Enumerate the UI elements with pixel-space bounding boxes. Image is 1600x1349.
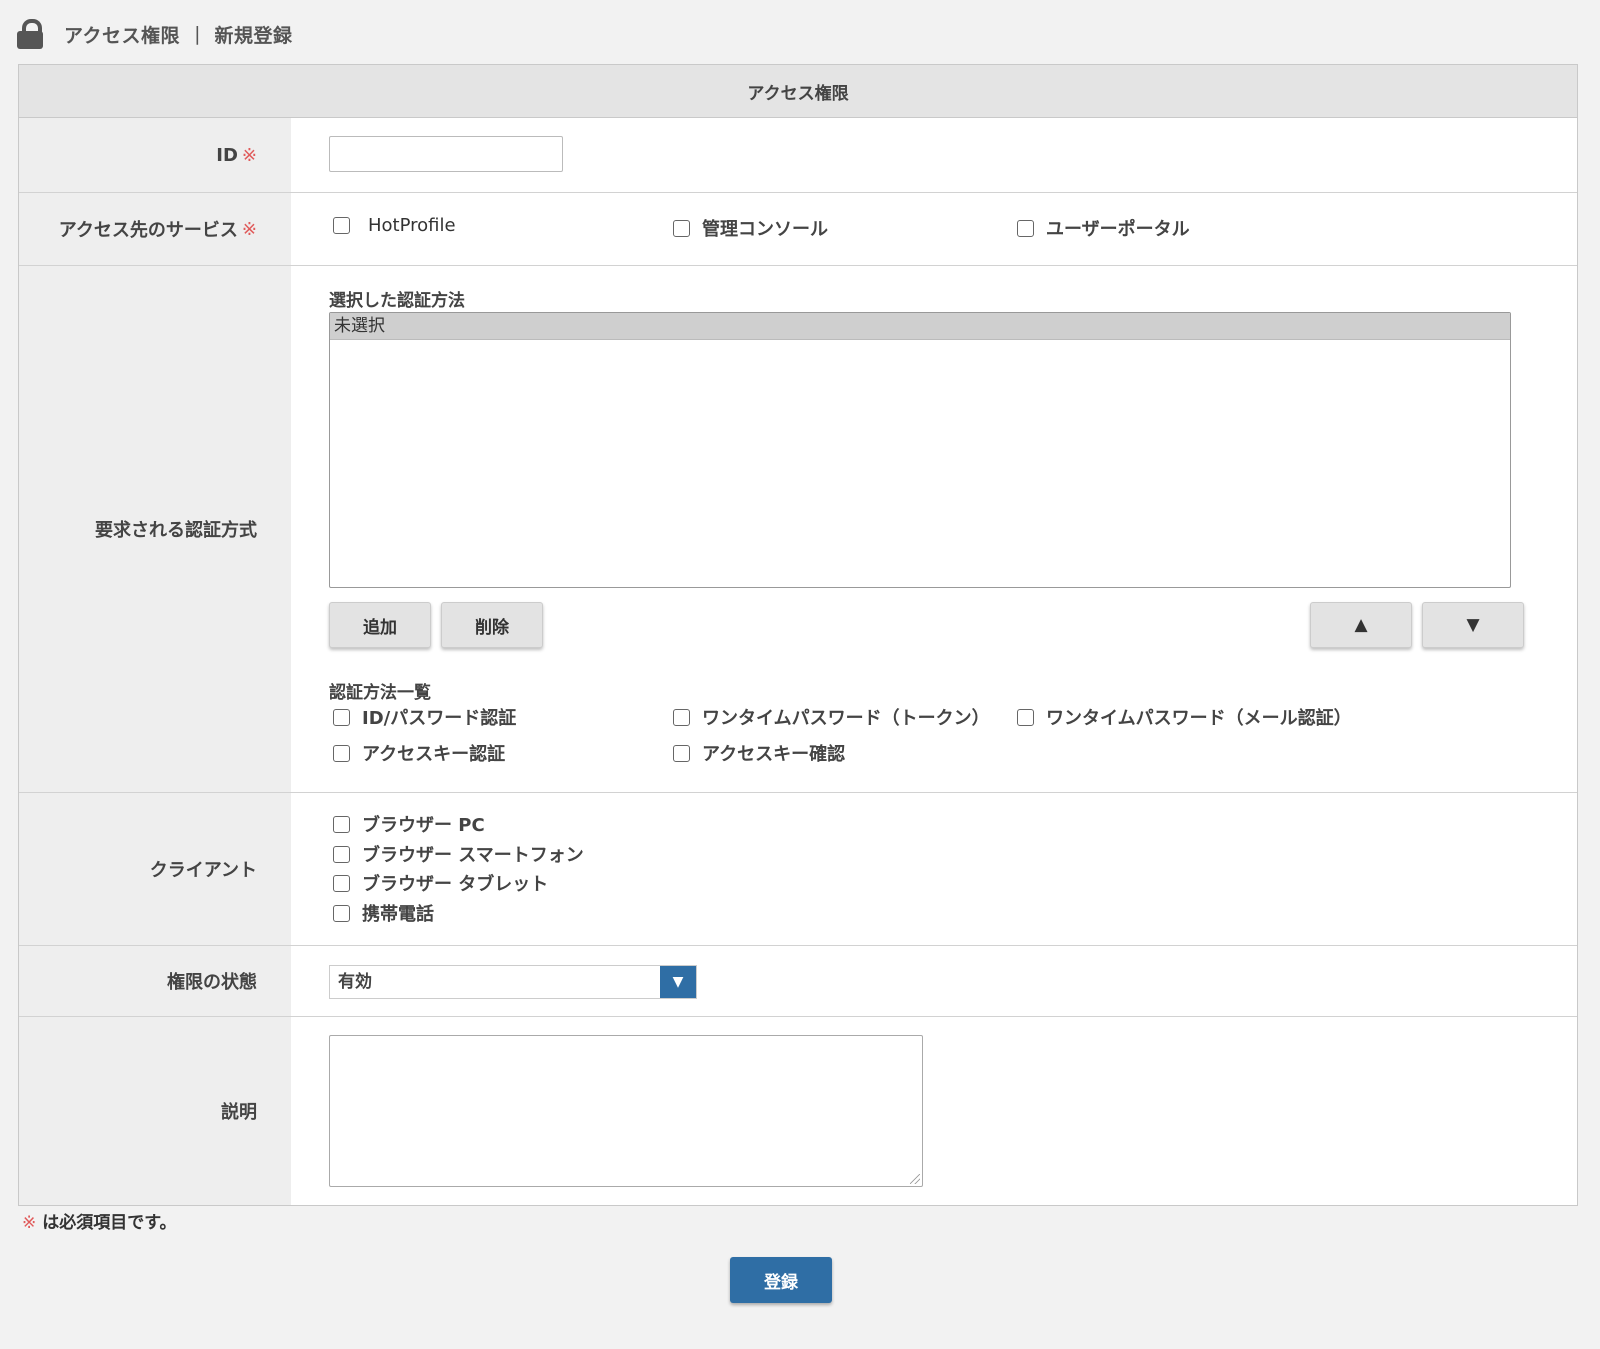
status-select[interactable]: 有効 ▼: [329, 965, 697, 999]
chevron-down-icon[interactable]: ▼: [660, 966, 696, 998]
client-label: クライアント: [19, 793, 291, 945]
checkbox[interactable]: [673, 219, 690, 237]
service-option-admin-console[interactable]: 管理コンソール: [673, 215, 828, 241]
services-label: アクセス先のサービス ※: [19, 193, 291, 265]
access-form-table: アクセス権限 ID ※ アクセス先のサービス ※ HotProfile 管理コンソー…: [18, 64, 1578, 1206]
id-label: ID ※: [19, 118, 291, 192]
checkbox[interactable]: [673, 744, 690, 762]
description-row: 説明: [19, 1017, 1577, 1205]
auth-option-otp-mail[interactable]: ワンタイムパスワード（メール認証）: [1017, 704, 1352, 730]
move-up-button[interactable]: ▲: [1310, 602, 1412, 648]
service-option-user-portal[interactable]: ユーザーポータル: [1017, 215, 1190, 241]
auth-option-access-key[interactable]: アクセスキー認証: [333, 740, 505, 766]
register-button[interactable]: 登録: [730, 1257, 832, 1303]
client-row: クライアント ブラウザー PC ブラウザー スマートフォン ブラウザー タブレッ…: [19, 793, 1577, 946]
required-mark: ※: [241, 218, 257, 240]
list-item[interactable]: 未選択: [330, 313, 1510, 340]
auth-label: 要求される認証方式: [19, 266, 291, 792]
status-select-value: 有効: [338, 972, 372, 992]
checkbox[interactable]: [673, 708, 690, 726]
table-header: アクセス権限: [19, 65, 1577, 118]
required-note: ※ は必須項目です。: [22, 1213, 177, 1233]
id-input[interactable]: [329, 136, 563, 172]
breadcrumb-separator: |: [194, 23, 201, 45]
checkbox[interactable]: [333, 744, 350, 762]
breadcrumb: アクセス権限 | 新規登録: [16, 16, 292, 52]
services-row: アクセス先のサービス ※ HotProfile 管理コンソール ユーザーポータル: [19, 193, 1577, 266]
checkbox[interactable]: [333, 217, 350, 234]
breadcrumb-section[interactable]: アクセス権限: [64, 21, 180, 48]
resize-handle-icon[interactable]: [910, 1174, 920, 1184]
status-label: 権限の状態: [19, 946, 291, 1016]
breadcrumb-page: 新規登録: [214, 24, 293, 47]
auth-list-caption: 認証方法一覧: [329, 683, 431, 703]
checkbox[interactable]: [333, 845, 350, 863]
auth-option-access-key-confirm[interactable]: アクセスキー確認: [673, 740, 845, 766]
checkbox[interactable]: [333, 874, 350, 892]
checkbox[interactable]: [333, 815, 350, 833]
checkbox[interactable]: [333, 708, 350, 726]
auth-option-id-password[interactable]: ID/パスワード認証: [333, 704, 516, 730]
lock-icon: [16, 18, 44, 50]
id-row: ID ※: [19, 118, 1577, 193]
auth-option-otp-token[interactable]: ワンタイムパスワード（トークン）: [673, 704, 990, 730]
checkbox[interactable]: [333, 904, 350, 922]
move-down-button[interactable]: ▼: [1422, 602, 1524, 648]
client-option-mobile[interactable]: 携帯電話: [333, 900, 434, 926]
client-option-pc[interactable]: ブラウザー PC: [333, 811, 485, 837]
required-mark: ※: [22, 1213, 37, 1233]
description-label: 説明: [19, 1017, 291, 1205]
description-textarea[interactable]: [329, 1035, 923, 1187]
delete-button[interactable]: 削除: [441, 602, 543, 648]
add-button[interactable]: 追加: [329, 602, 431, 648]
selected-auth-listbox[interactable]: 未選択: [329, 312, 1511, 588]
client-option-tablet[interactable]: ブラウザー タブレット: [333, 870, 548, 896]
service-option-hotprofile[interactable]: HotProfile: [333, 215, 456, 236]
status-row: 権限の状態 有効 ▼: [19, 946, 1577, 1017]
checkbox[interactable]: [1017, 708, 1034, 726]
auth-row: 要求される認証方式 選択した認証方法 未選択 追加 削除 ▲ ▼ 認証方法一覧 …: [19, 266, 1577, 793]
checkbox[interactable]: [1017, 219, 1034, 237]
required-mark: ※: [241, 144, 257, 166]
client-option-smartphone[interactable]: ブラウザー スマートフォン: [333, 841, 584, 867]
selected-auth-caption: 選択した認証方法: [329, 291, 465, 311]
